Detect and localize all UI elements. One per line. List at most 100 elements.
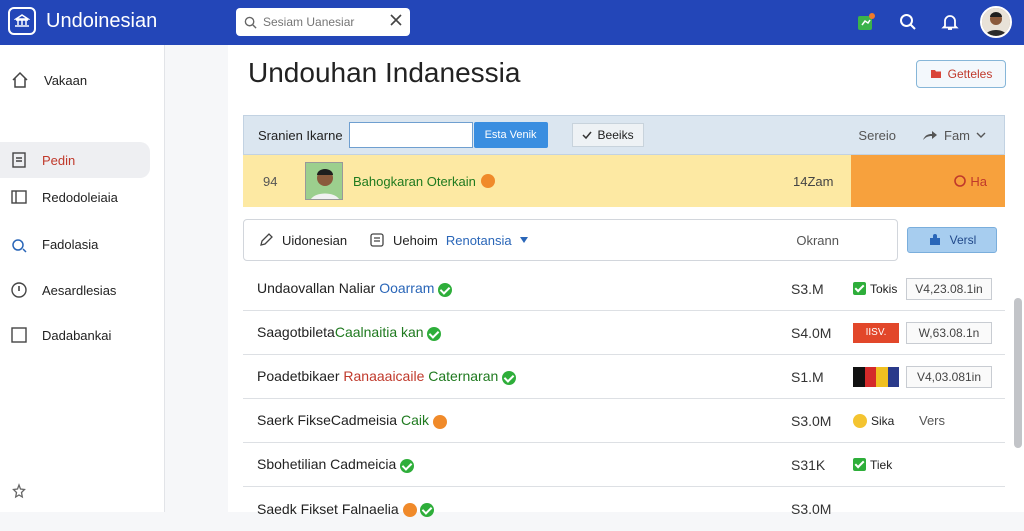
puzzle-icon: [929, 234, 940, 245]
sidebar: Vakaan Pedin Redodoleiaia Fadolasia Aesa…: [0, 45, 165, 512]
caret-down-icon: [519, 237, 528, 243]
list-item[interactable]: Sbohetilian Cadmeicia S31K Tiek: [243, 443, 1005, 487]
item-name-tail: Caternaran: [428, 368, 499, 385]
item-tag: Tiek: [853, 458, 892, 472]
item-name-accent: Ranaaaicaile: [343, 368, 425, 385]
brand-logo-icon: [8, 7, 36, 35]
item-name: Poadetbikaer: [257, 368, 340, 385]
item-stamp[interactable]: V4,23.08.1in: [906, 277, 992, 300]
verified-icon: [420, 503, 435, 518]
emoji-icon: [480, 174, 495, 188]
top-bar: Undoinesian: [0, 0, 1024, 45]
sidebar-item-pin[interactable]: Aesardlesias: [0, 272, 150, 308]
highlighted-row[interactable]: 94 Bahogkaran Oterkain 14Zam Ha: [243, 155, 1005, 207]
emoji-icon: [853, 413, 867, 428]
avatar[interactable]: [980, 6, 1012, 38]
sidebar-item-label: Aesardlesias: [42, 282, 117, 298]
item-size: S4.0M: [791, 324, 832, 341]
filter-right-group: Sereio Fam: [858, 128, 986, 143]
brand[interactable]: Undoinesian: [8, 7, 157, 35]
primary-action-button[interactable]: Getteles: [916, 60, 1006, 88]
alert-icon: [954, 175, 967, 187]
list-item[interactable]: SaagotbiletaCaalnaitia kan S4.0M IISV. W…: [243, 311, 1005, 355]
panel-icon: [11, 190, 27, 204]
chevron-down-icon: [976, 132, 986, 138]
filter-label: Sranien Ikarne: [258, 127, 343, 143]
item-name-accent: Caalnaitia kan: [334, 324, 424, 341]
check-icon: [853, 282, 866, 295]
top-icons: [854, 6, 1012, 38]
item-stamp[interactable]: W,63.08.1n: [906, 321, 992, 344]
sidebar-item-label: Fadolasia: [42, 236, 99, 252]
sidebar-item-square[interactable]: Dadabankai: [0, 317, 150, 353]
sidebar-item-active[interactable]: Pedin: [0, 142, 150, 178]
item-tag: Sika: [853, 413, 895, 428]
sidebar-item-home[interactable]: Vakaan: [0, 62, 150, 98]
share-label: Fam: [944, 127, 970, 143]
highlight-size: 14Zam: [793, 173, 834, 189]
file-list: Undaovallan Naliar Ooarram S3.M Tokis V4…: [243, 267, 1005, 531]
sidebar-item-label: Pedin: [42, 152, 76, 168]
scrollbar[interactable]: [1014, 298, 1022, 448]
language-item[interactable]: Uidonesian: [258, 232, 347, 248]
verified-icon: [427, 326, 442, 341]
chart-icon: [12, 239, 27, 253]
item-tag-label: Tiek: [870, 457, 893, 472]
check-icon: [853, 458, 866, 471]
item-name: Saerk FikseCadmeisia: [257, 412, 398, 429]
verified-icon: [438, 282, 453, 297]
language-prefix: Uehoim: [393, 232, 438, 248]
item-name-accent: Caik: [400, 412, 429, 429]
search-box[interactable]: [236, 8, 410, 36]
search-icon[interactable]: [896, 10, 920, 34]
square-icon: [11, 327, 27, 343]
item-name: Saedk Fikset Falnaelia: [257, 500, 399, 517]
column-header[interactable]: Sereio: [858, 128, 896, 143]
language-label: Uidonesian: [282, 232, 348, 248]
verified-icon: [400, 458, 415, 473]
main-content: Undouhan Indanessia Getteles Sranien Ika…: [228, 45, 1024, 518]
item-size: S1.M: [791, 368, 824, 385]
filter-input[interactable]: [348, 122, 473, 148]
item-size: S3.0M: [791, 412, 832, 429]
home-icon: [12, 71, 28, 88]
sort-button[interactable]: Beeiks: [571, 123, 644, 147]
item-tag: Tokis: [853, 282, 897, 296]
item-size: S3.0M: [791, 501, 832, 517]
item-version[interactable]: Vers: [919, 413, 945, 428]
filter-bar: Sranien Ikarne Esta Venik Beeiks Sereio …: [243, 115, 1005, 155]
pencil-icon: [260, 233, 273, 246]
profile-photo: [305, 162, 343, 200]
sidebar-item-panel[interactable]: Redodoleiaia: [0, 179, 150, 215]
primary-action-label: Getteles: [947, 67, 993, 81]
list-item[interactable]: Saedk Fikset Falnaelia S3.0M: [243, 487, 1005, 531]
item-tag-label: Sika: [871, 413, 895, 428]
item-name-accent: Ooarram: [379, 280, 435, 297]
verified-icon: [502, 370, 517, 385]
list-item[interactable]: Poadetbikaer Ranaaaicaile Caternaran S1.…: [243, 355, 1005, 399]
emoji-icon: [432, 414, 447, 429]
filter-go-button[interactable]: Esta Venik: [473, 122, 548, 148]
share-control[interactable]: Fam: [922, 128, 986, 143]
settings-icon[interactable]: [10, 483, 28, 506]
notification-icon[interactable]: [854, 10, 878, 34]
flag-icon: [853, 366, 899, 387]
document-icon: [12, 152, 26, 168]
clear-icon[interactable]: [390, 13, 402, 31]
list-item[interactable]: Undaovallan Naliar Ooarram S3.M Tokis V4…: [243, 267, 1005, 311]
language-selector[interactable]: Uehoim Renotansia: [369, 232, 528, 248]
item-size: S31K: [791, 456, 826, 473]
list-icon: [370, 233, 384, 247]
item-stamp[interactable]: V4,03.081in: [906, 365, 992, 388]
sidebar-item-chart[interactable]: Fadolasia: [0, 226, 150, 262]
view-button[interactable]: Versl: [907, 227, 997, 253]
item-name: Saagotbileta: [257, 324, 335, 341]
pin-icon: [11, 282, 27, 298]
language-link[interactable]: Renotansia: [446, 233, 512, 248]
search-input[interactable]: [263, 15, 373, 29]
check-mark-icon: [582, 131, 592, 140]
highlight-status[interactable]: Ha: [851, 155, 1005, 207]
list-item[interactable]: Saerk FikseCadmeisia Caik S3.0M Sika Ver…: [243, 399, 1005, 443]
bell-icon[interactable]: [938, 10, 962, 34]
item-tag-label: Tokis: [870, 281, 898, 296]
